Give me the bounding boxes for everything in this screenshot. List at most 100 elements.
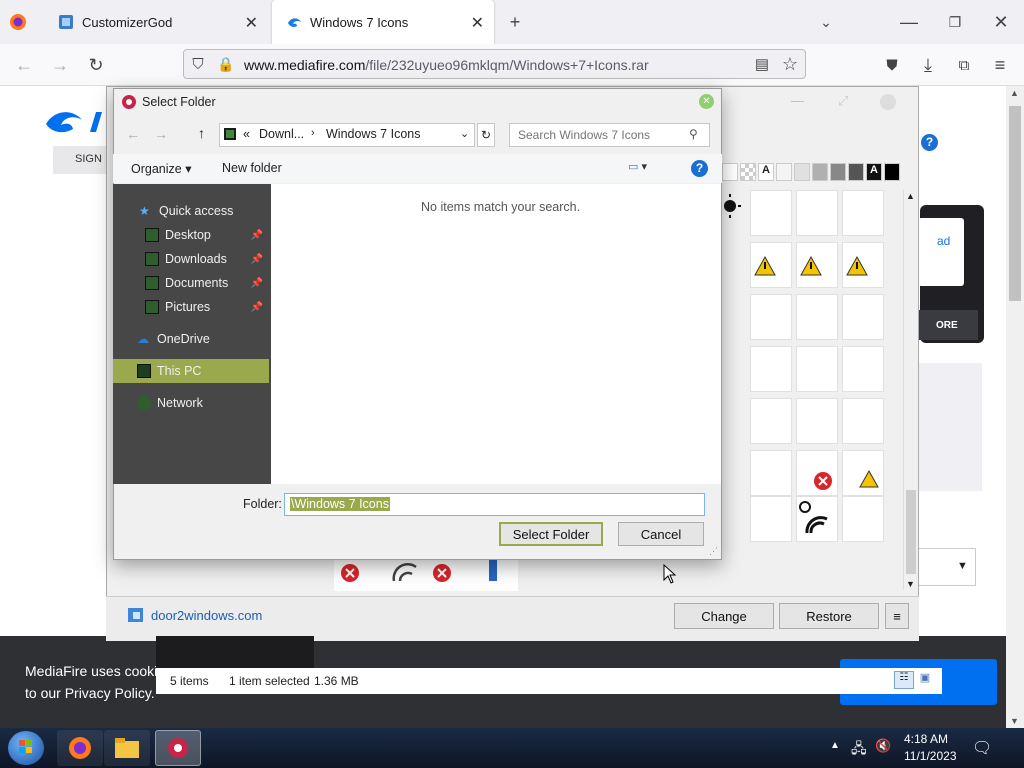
forward-arrow-icon[interactable]: →: [154, 126, 168, 142]
extensions-icon[interactable]: ⧉: [952, 53, 976, 77]
resize-grip-icon[interactable]: ⋰: [709, 546, 718, 557]
list-all-tabs-icon[interactable]: ⌄: [814, 10, 838, 34]
forward-icon[interactable]: →: [48, 53, 72, 77]
signal-tile[interactable]: [796, 294, 838, 340]
wifi-tile[interactable]: [796, 190, 838, 236]
breadcrumb-windows-7-icons[interactable]: Windows 7 Icons: [326, 127, 420, 141]
show-hidden-icons-icon[interactable]: ▲: [830, 740, 840, 751]
folder-input[interactable]: \Windows 7 Icons: [284, 493, 705, 516]
app-help-icon[interactable]: ?: [921, 134, 938, 151]
select-folder-button[interactable]: Select Folder: [499, 522, 603, 546]
signal-tile[interactable]: [750, 294, 792, 340]
dialog-close-icon[interactable]: ✕: [699, 94, 714, 109]
up-arrow-icon[interactable]: ↑: [198, 125, 205, 141]
clock-time[interactable]: 4:18 AM: [904, 732, 948, 746]
restore-window-icon[interactable]: ❐: [943, 10, 967, 34]
monitor-tile[interactable]: [750, 450, 792, 496]
wifi-tile[interactable]: [842, 190, 884, 236]
pocket-icon[interactable]: ⛊: [880, 53, 904, 77]
nav-this-pc[interactable]: This PC: [113, 359, 269, 383]
app-minimize-icon[interactable]: —: [791, 93, 804, 108]
signal-tile[interactable]: [796, 346, 838, 392]
color-swatches[interactable]: A A: [722, 163, 913, 183]
search-input[interactable]: Search Windows 7 Icons: [509, 123, 710, 147]
clock-date[interactable]: 11/1/2023: [904, 749, 957, 763]
warning-icon[interactable]: [842, 242, 884, 288]
more-button[interactable]: ORE: [918, 310, 978, 340]
pictures-folder-icon: [145, 300, 159, 314]
tab-customizergod[interactable]: CustomizerGod ✕: [44, 0, 268, 44]
nav-documents[interactable]: Documents 📌: [113, 271, 269, 295]
grid-scrollbar[interactable]: ▲ ▼: [903, 190, 917, 590]
signal-tile[interactable]: [750, 346, 792, 392]
volume-muted-icon[interactable]: 🔇: [875, 738, 891, 754]
details-view-icon[interactable]: ☷: [894, 671, 914, 689]
address-dropdown-icon[interactable]: ⌄: [460, 127, 469, 140]
wifi-black-icon[interactable]: [796, 496, 838, 542]
tab-windows-7-icons[interactable]: Windows 7 Icons ✕: [272, 0, 494, 44]
breadcrumb-downloads[interactable]: Downl...: [259, 127, 304, 141]
cancel-button[interactable]: Cancel: [618, 522, 704, 546]
organize-button[interactable]: Organize ▾: [131, 161, 191, 176]
monitor-error-icon[interactable]: [796, 450, 838, 496]
side-select[interactable]: ▼: [918, 548, 976, 586]
door2windows-link[interactable]: door2windows.com: [151, 608, 262, 623]
address-overflow[interactable]: «: [243, 127, 250, 141]
notification-icon[interactable]: 🗨: [972, 738, 992, 758]
signal-tile[interactable]: [750, 398, 792, 444]
site-info-icon[interactable]: 🔒: [214, 52, 238, 76]
signal-tile[interactable]: [842, 294, 884, 340]
start-button-icon[interactable]: [8, 731, 44, 765]
reader-view-icon[interactable]: ▤: [750, 52, 774, 76]
help-icon[interactable]: ?: [691, 160, 708, 177]
restore-button[interactable]: Restore: [779, 603, 879, 629]
taskbar-customizergod-icon[interactable]: [155, 730, 201, 766]
hamburger-icon[interactable]: ≡: [885, 603, 909, 629]
mediafire-favicon-icon: [286, 14, 302, 30]
close-tab-icon[interactable]: ✕: [471, 13, 484, 33]
new-tab-icon[interactable]: +: [503, 10, 527, 34]
app-maximize-icon[interactable]: ⤢: [838, 93, 848, 109]
reload-icon[interactable]: ↻: [84, 53, 108, 77]
app-close-icon[interactable]: [880, 94, 896, 110]
monitor-warning-icon[interactable]: [842, 450, 884, 496]
page-scrollbar[interactable]: ▲ ▼: [1006, 86, 1024, 728]
nav-network[interactable]: Network: [113, 391, 269, 415]
nav-pictures[interactable]: Pictures 📌: [113, 295, 269, 319]
back-icon[interactable]: ←: [12, 53, 36, 77]
close-tab-icon[interactable]: ✕: [245, 13, 258, 33]
status-item-count: 5 items: [170, 674, 209, 688]
nav-desktop[interactable]: Desktop 📌: [113, 223, 269, 247]
new-folder-button[interactable]: New folder: [222, 161, 282, 175]
network-tray-icon[interactable]: 🖧: [851, 738, 867, 762]
wifi-tile[interactable]: [750, 190, 792, 236]
url-text[interactable]: www.mediafire.com/file/232uyueo96mklqm/W…: [244, 57, 649, 73]
bookmark-star-icon[interactable]: ☆: [778, 52, 802, 76]
firefox-menu-icon[interactable]: [8, 12, 30, 34]
side-link[interactable]: ad: [937, 234, 950, 248]
taskbar-explorer-icon[interactable]: [104, 730, 150, 766]
close-window-icon[interactable]: ✕: [989, 10, 1013, 34]
signal-tile[interactable]: [796, 398, 838, 444]
refresh-icon[interactable]: ↻: [477, 123, 495, 147]
tiles-view-icon[interactable]: ▣: [916, 671, 934, 689]
nav-onedrive[interactable]: ☁ OneDrive: [113, 327, 269, 351]
wifi-tile[interactable]: [842, 496, 884, 542]
minimize-icon[interactable]: —: [897, 10, 921, 34]
app-menu-icon[interactable]: ≡: [988, 53, 1012, 77]
signal-tile[interactable]: [842, 346, 884, 392]
signal-tile[interactable]: [842, 398, 884, 444]
file-list-area[interactable]: [271, 184, 721, 484]
change-button[interactable]: Change: [674, 603, 774, 629]
tracking-shield-icon[interactable]: ⛉: [186, 52, 210, 76]
network-icon: [137, 396, 151, 410]
wifi-tile[interactable]: [750, 496, 792, 542]
nav-quick-access[interactable]: ★ Quick access: [113, 199, 269, 223]
downloads-icon[interactable]: ⤓: [916, 53, 940, 77]
back-arrow-icon[interactable]: ←: [126, 126, 140, 142]
warning-icon[interactable]: [750, 242, 792, 288]
nav-downloads[interactable]: Downloads 📌: [113, 247, 269, 271]
view-options-icon[interactable]: ▭ ▾: [628, 160, 647, 173]
warning-icon[interactable]: [796, 242, 838, 288]
taskbar-firefox-icon[interactable]: [57, 730, 103, 766]
